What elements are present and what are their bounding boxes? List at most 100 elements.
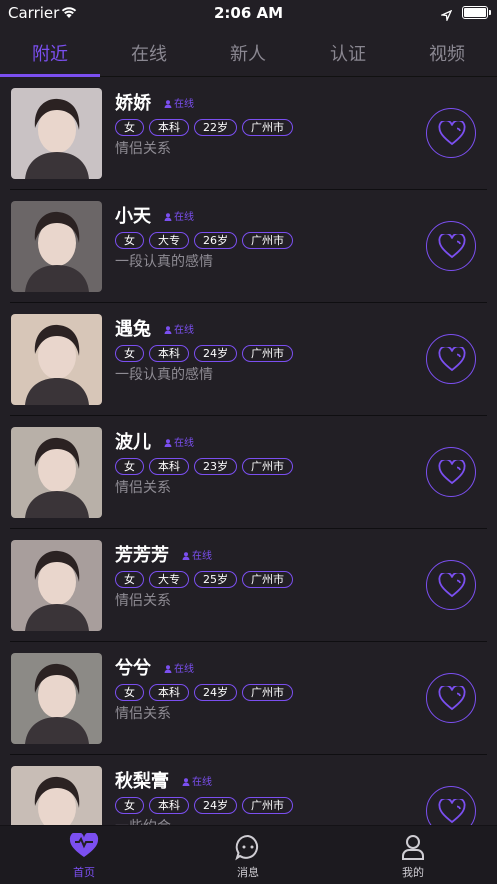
tab-messages-label: 消息 <box>237 866 259 879</box>
user-photo[interactable] <box>11 201 102 292</box>
like-button[interactable] <box>426 221 476 271</box>
user-card[interactable]: 遇兔 在线女本科 24岁 广州市 一段认真的感情 <box>0 303 497 416</box>
profile-tag: 女 <box>115 458 144 475</box>
user-bio: 一段认真的感情 <box>115 254 213 270</box>
heart-icon <box>34 831 134 861</box>
user-name: 兮兮 <box>115 658 151 679</box>
heart-outline-icon <box>438 234 466 259</box>
person-icon <box>164 439 172 447</box>
tab-online[interactable]: 在线 <box>99 40 199 66</box>
user-name: 秋梨膏 <box>115 771 169 792</box>
profile-tag: 广州市 <box>242 571 293 588</box>
like-button[interactable] <box>426 786 476 825</box>
profile-tag: 25岁 <box>194 571 237 588</box>
user-bio: 情侣关系 <box>115 593 171 609</box>
tab-messages[interactable]: 消息 <box>198 833 298 880</box>
online-label: 在线 <box>174 99 194 110</box>
profile-tag: 女 <box>115 232 144 249</box>
user-photo[interactable] <box>11 653 102 744</box>
online-label: 在线 <box>174 438 194 449</box>
profile-tag: 女 <box>115 797 144 814</box>
battery-icon <box>462 6 491 19</box>
profile-tags: 女本科 24岁 广州市 <box>115 342 298 362</box>
chat-icon <box>198 833 298 861</box>
like-button[interactable] <box>426 108 476 158</box>
person-icon <box>164 100 172 108</box>
heart-outline-icon <box>438 686 466 711</box>
user-bio: 情侣关系 <box>115 480 171 496</box>
user-bio: 情侣关系 <box>115 141 171 157</box>
online-label: 在线 <box>192 777 212 788</box>
bottom-tab-bar: 首页 消息 我的 <box>0 825 497 884</box>
tab-profile[interactable]: 我的 <box>363 833 463 880</box>
user-card[interactable]: 娇娇 在线女本科 22岁 广州市 情侣关系 <box>0 77 497 190</box>
user-bio: 一些约会 <box>115 816 171 825</box>
user-card[interactable]: 小天 在线女大专 26岁 广州市 一段认真的感情 <box>0 190 497 303</box>
profile-tag: 本科 <box>149 797 189 814</box>
person-icon <box>182 778 190 786</box>
user-list[interactable]: 娇娇 在线女本科 22岁 广州市 情侣关系 小天 在线女大专 26岁 广州市 一段认真的感情 遇兔在… <box>0 77 497 825</box>
profile-tag: 22岁 <box>194 119 237 136</box>
user-card[interactable]: 波儿 在线女本科 23岁 广州市 情侣关系 <box>0 416 497 529</box>
user-photo[interactable] <box>11 766 102 825</box>
heart-outline-icon <box>438 347 466 372</box>
user-card[interactable]: 秋梨膏 在线女本科 24岁广州市一些约会 <box>0 755 497 825</box>
user-card[interactable]: 芳芳芳 在线女大专 25岁 广州市情侣关系 <box>0 529 497 642</box>
profile-tag: 26岁 <box>194 232 237 249</box>
profile-tag: 大专 <box>149 232 189 249</box>
tab-video[interactable]: 视频 <box>397 40 497 66</box>
online-status: 在线 <box>164 95 194 110</box>
person-icon <box>363 833 463 861</box>
profile-tag: 24岁 <box>194 345 237 362</box>
status-bar: Carrier 2:06 AM <box>0 0 497 26</box>
profile-tags: 女大专 26岁 广州市 <box>115 229 298 249</box>
online-label: 在线 <box>192 551 212 562</box>
category-tabs: 附近 在线 新人 认证 视频 <box>0 34 497 77</box>
profile-tag: 广州市 <box>242 232 293 249</box>
online-status: 在线 <box>164 434 194 449</box>
user-bio: 情侣关系 <box>115 706 171 722</box>
profile-tag: 本科 <box>149 119 189 136</box>
profile-tag: 女 <box>115 571 144 588</box>
person-icon <box>182 552 190 560</box>
profile-tags: 女本科 23岁 广州市 <box>115 455 298 475</box>
user-photo[interactable] <box>11 427 102 518</box>
tab-nearby[interactable]: 附近 <box>0 40 100 66</box>
user-name: 娇娇 <box>115 93 151 114</box>
user-photo[interactable] <box>11 88 102 179</box>
profile-tag: 24岁 <box>194 684 237 701</box>
user-photo[interactable] <box>11 314 102 405</box>
like-button[interactable] <box>426 334 476 384</box>
tab-profile-label: 我的 <box>402 866 424 879</box>
person-icon <box>164 213 172 221</box>
tab-verified[interactable]: 认证 <box>298 40 398 66</box>
profile-tags: 女大专 25岁 广州市 <box>115 568 298 588</box>
like-button[interactable] <box>426 560 476 610</box>
person-icon <box>164 326 172 334</box>
person-icon <box>164 665 172 673</box>
profile-tag: 大专 <box>149 571 189 588</box>
profile-tags: 女本科 22岁 广州市 <box>115 116 298 136</box>
online-label: 在线 <box>174 325 194 336</box>
profile-tag: 女 <box>115 345 144 362</box>
tab-new[interactable]: 新人 <box>198 40 298 66</box>
profile-tags: 女本科 24岁 广州市 <box>115 794 298 814</box>
online-label: 在线 <box>174 664 194 675</box>
online-status: 在线 <box>164 321 194 336</box>
profile-tag: 本科 <box>149 345 189 362</box>
profile-tag: 女 <box>115 119 144 136</box>
like-button[interactable] <box>426 673 476 723</box>
profile-tag: 广州市 <box>242 797 293 814</box>
online-status: 在线 <box>164 660 194 675</box>
profile-tag: 23岁 <box>194 458 237 475</box>
profile-tag: 广州市 <box>242 458 293 475</box>
clock: 2:06 AM <box>213 4 284 22</box>
user-bio: 一段认真的感情 <box>115 367 213 383</box>
like-button[interactable] <box>426 447 476 497</box>
user-name: 芳芳芳 <box>115 545 169 566</box>
profile-tag: 广州市 <box>242 684 293 701</box>
tab-home[interactable]: 首页 <box>34 831 134 880</box>
heart-outline-icon <box>438 573 466 598</box>
user-card[interactable]: 兮兮 在线女本科 24岁 广州市 情侣关系 <box>0 642 497 755</box>
user-photo[interactable] <box>11 540 102 631</box>
